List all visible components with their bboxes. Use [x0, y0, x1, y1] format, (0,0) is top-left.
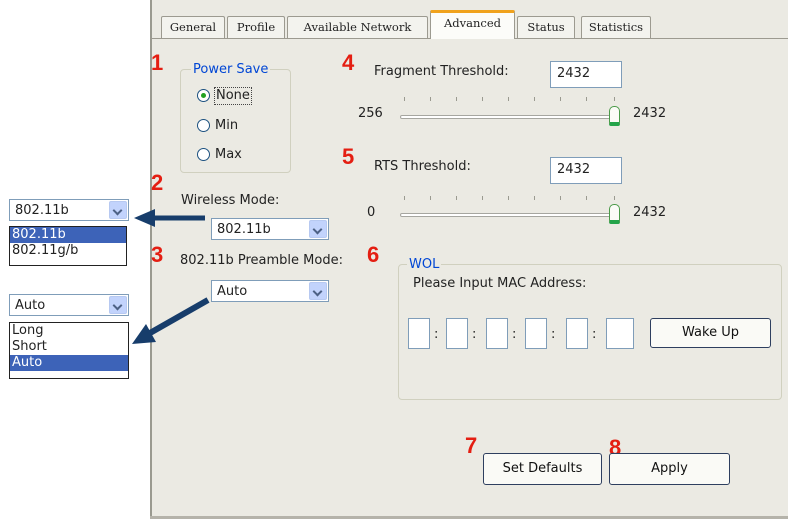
fragment-slider-track	[400, 115, 620, 119]
slider-tick	[534, 97, 535, 101]
mac-octet-2-input[interactable]	[446, 318, 468, 349]
fragment-slider-thumb[interactable]	[609, 106, 620, 126]
rts-threshold-input[interactable]: 2432	[550, 157, 622, 184]
slider-tick	[482, 97, 483, 101]
slider-tick	[614, 196, 615, 200]
mac-separator: :	[592, 327, 597, 342]
fragment-slider-max: 2432	[633, 106, 667, 121]
slider-tick	[586, 196, 587, 200]
set-defaults-button[interactable]: Set Defaults	[483, 453, 602, 485]
mac-octet-4-input[interactable]	[525, 318, 547, 349]
mac-separator: :	[512, 327, 517, 342]
mac-octet-1-input[interactable]	[408, 318, 430, 349]
slider-tick	[404, 97, 405, 101]
rts-threshold-label: RTS Threshold:	[374, 159, 471, 174]
slider-tick	[456, 196, 457, 200]
slider-tick	[560, 97, 561, 101]
fragment-threshold-slider[interactable]	[400, 95, 620, 135]
slider-tick	[456, 97, 457, 101]
slider-tick	[508, 97, 509, 101]
slider-tick	[534, 196, 535, 200]
wol-legend: WOL	[407, 257, 442, 272]
fragment-slider-min: 256	[358, 106, 383, 121]
slider-tick	[430, 196, 431, 200]
mac-separator: :	[434, 327, 439, 342]
rts-slider-track	[400, 213, 620, 217]
mac-octet-6-input[interactable]	[606, 318, 634, 349]
mac-octet-5-input[interactable]	[566, 318, 588, 349]
mac-octet-3-input[interactable]	[486, 318, 508, 349]
tab-advanced[interactable]: Advanced	[430, 10, 515, 39]
slider-tick	[560, 196, 561, 200]
slider-tick	[614, 97, 615, 101]
mac-separator: :	[551, 327, 556, 342]
apply-button[interactable]: Apply	[609, 453, 730, 485]
slider-tick	[508, 196, 509, 200]
slider-tick	[586, 97, 587, 101]
rts-slider-min: 0	[367, 205, 376, 220]
rts-threshold-slider[interactable]	[400, 194, 620, 234]
mac-separator: :	[472, 327, 477, 342]
rts-slider-max: 2432	[633, 205, 667, 220]
arrow-to-wireless-dropdown	[134, 209, 205, 227]
arrow-to-preamble-dropdown	[132, 297, 210, 344]
slider-tick	[482, 196, 483, 200]
slider-tick	[430, 97, 431, 101]
fragment-threshold-input[interactable]: 2432	[550, 61, 622, 88]
wol-mac-prompt: Please Input MAC Address:	[413, 276, 587, 291]
fragment-threshold-label: Fragment Threshold:	[374, 64, 509, 79]
rts-slider-thumb[interactable]	[609, 204, 620, 224]
slider-tick	[404, 196, 405, 200]
wake-up-button[interactable]: Wake Up	[650, 318, 771, 348]
